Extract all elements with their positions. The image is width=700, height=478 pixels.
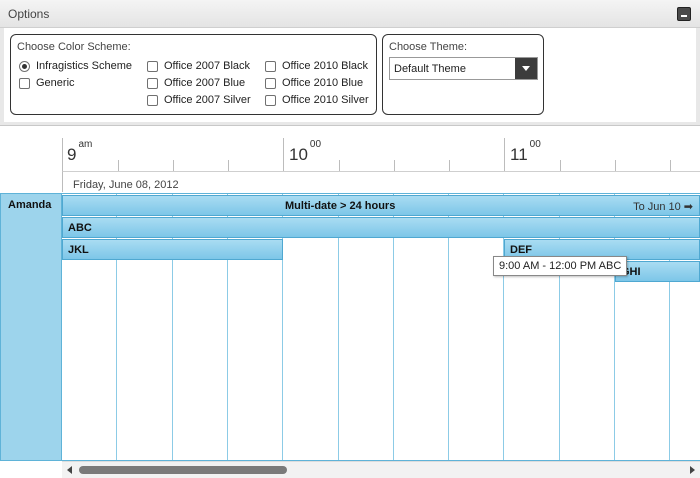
appointment-label: ABC <box>68 222 92 234</box>
option-label: Office 2007 Blue <box>164 77 246 89</box>
option-label: Infragistics Scheme <box>36 60 132 72</box>
checkbox-icon[interactable] <box>147 60 158 72</box>
theme-select-value: Default Theme <box>394 63 466 75</box>
appointment-ghi[interactable]: GHI <box>615 261 700 282</box>
color-scheme-label: Choose Color Scheme: <box>17 41 131 53</box>
time-grid[interactable]: Multi-date > 24 hours To Jun 10 ➡ ABC JKL… <box>62 193 700 461</box>
minor-tick <box>118 160 119 171</box>
option-office-2007-black[interactable]: Office 2007 Black <box>147 60 250 72</box>
options-panel: Options Choose Color Scheme: Infragistic… <box>0 0 700 126</box>
option-generic[interactable]: Generic <box>19 77 75 89</box>
option-infragistics-scheme[interactable]: Infragistics Scheme <box>19 60 132 72</box>
appointment-jkl[interactable]: JKL <box>62 239 283 260</box>
option-label: Office 2010 Black <box>282 60 369 72</box>
horizontal-scrollbar[interactable] <box>62 461 700 478</box>
checkbox-icon[interactable] <box>147 77 158 89</box>
scroll-thumb[interactable] <box>79 466 287 474</box>
option-office-2007-silver[interactable]: Office 2007 Silver <box>147 94 251 106</box>
checkbox-icon[interactable] <box>19 77 30 89</box>
option-office-2007-blue[interactable]: Office 2007 Blue <box>147 77 245 89</box>
appointment-label: Multi-date > 24 hours <box>285 200 396 212</box>
date-label: Friday, June 08, 2012 <box>73 179 179 191</box>
minor-tick <box>173 160 174 171</box>
chevron-down-icon <box>522 66 530 71</box>
checkbox-icon[interactable] <box>265 60 276 72</box>
options-title: Options <box>8 7 50 21</box>
scroll-left-icon[interactable] <box>67 466 72 474</box>
options-header: Options <box>0 0 700 28</box>
theme-label: Choose Theme: <box>389 41 468 53</box>
option-office-2010-black[interactable]: Office 2010 Black <box>265 60 368 72</box>
minor-tick <box>339 160 340 171</box>
appointment-label: DEF <box>510 244 532 256</box>
dropdown-button[interactable] <box>515 58 537 79</box>
option-office-2010-silver[interactable]: Office 2010 Silver <box>265 94 369 106</box>
time-header: 9am 1000 1100 <box>62 138 700 171</box>
minor-tick <box>670 160 671 171</box>
option-office-2010-blue[interactable]: Office 2010 Blue <box>265 77 363 89</box>
option-label: Office 2007 Black <box>164 60 251 72</box>
date-row: Friday, June 08, 2012 <box>62 171 700 192</box>
checkbox-icon[interactable] <box>265 94 276 106</box>
appointment-abc[interactable]: ABC <box>62 217 700 238</box>
collapse-button[interactable] <box>677 7 691 21</box>
checkbox-icon[interactable] <box>147 94 158 106</box>
appointment-label: JKL <box>68 244 89 256</box>
minus-icon <box>681 15 687 17</box>
major-tick <box>283 138 284 171</box>
option-label: Office 2010 Blue <box>282 77 364 89</box>
scroll-right-icon[interactable] <box>690 466 695 474</box>
resource-name: Amanda <box>8 199 52 211</box>
minor-tick <box>228 160 229 171</box>
appointment-multidate[interactable]: Multi-date > 24 hours To Jun 10 ➡ <box>62 195 700 216</box>
minor-tick <box>449 160 450 171</box>
continuation-label: To Jun 10 ➡ <box>633 201 693 213</box>
hour-label-10: 1000 <box>289 139 322 164</box>
appointment-tooltip: 9:00 AM - 12:00 PM ABC <box>493 256 628 276</box>
schedule-view: 9am 1000 1100 Friday, June 08, 2012 Aman… <box>0 130 700 478</box>
checkbox-icon[interactable] <box>265 77 276 89</box>
arrow-right-icon: ➡ <box>683 201 693 213</box>
minor-tick <box>394 160 395 171</box>
resource-header[interactable]: Amanda <box>0 193 62 461</box>
option-label: Office 2007 Silver <box>164 94 251 106</box>
minor-tick <box>615 160 616 171</box>
hour-label-11: 1100 <box>510 139 541 164</box>
option-label: Office 2010 Silver <box>282 94 369 106</box>
option-label: Generic <box>36 77 75 89</box>
major-tick <box>504 138 505 171</box>
radio-checked-icon[interactable] <box>19 60 30 72</box>
minor-tick <box>560 160 561 171</box>
hour-label-9: 9am <box>67 139 93 164</box>
theme-select[interactable]: Default Theme <box>389 57 538 80</box>
